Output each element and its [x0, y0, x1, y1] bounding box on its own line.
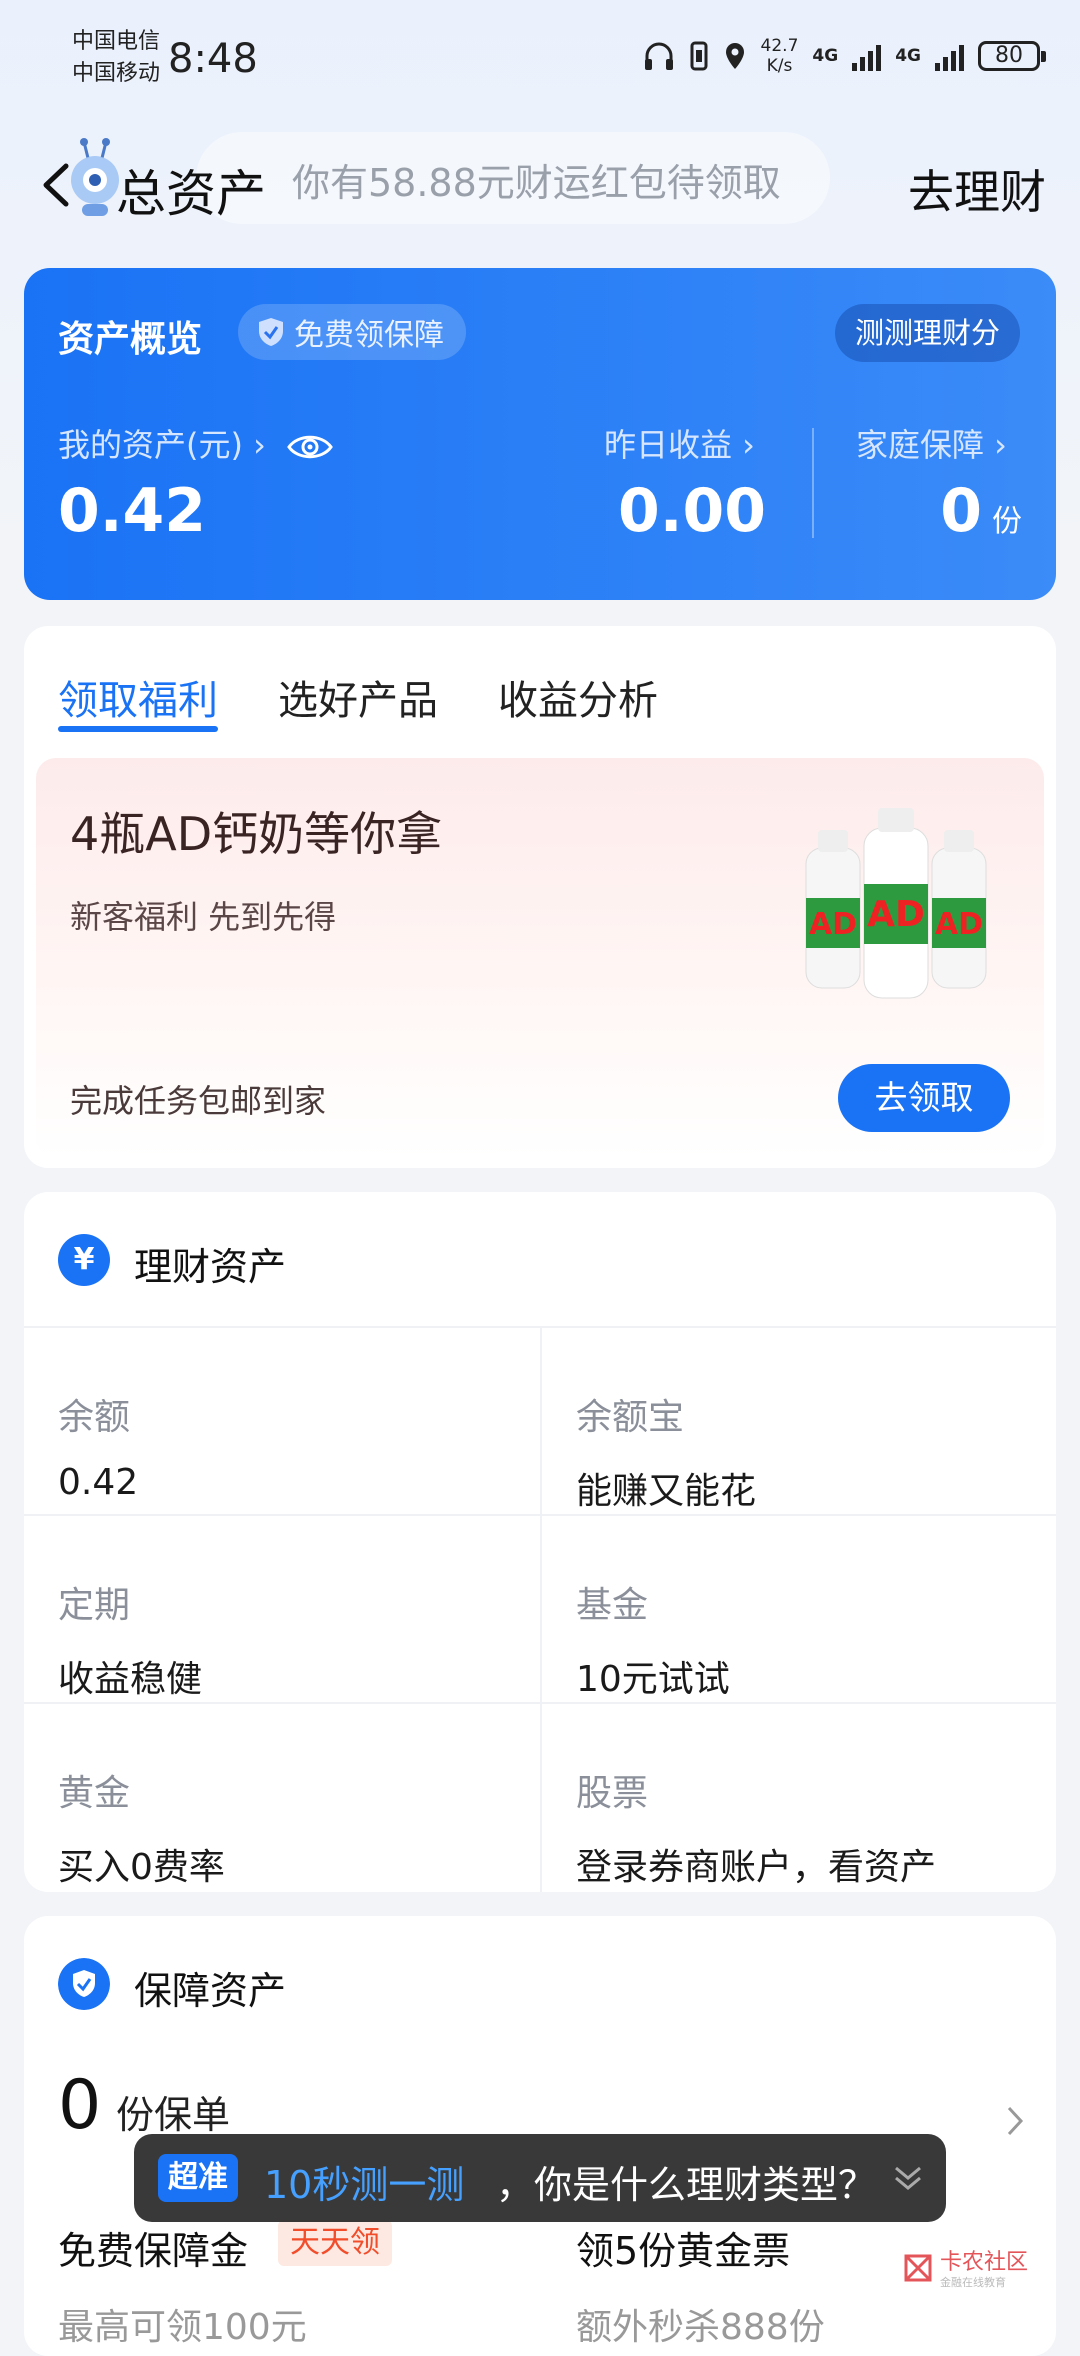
claim-button[interactable]: 去领取	[838, 1064, 1010, 1132]
yuan-icon: ¥	[58, 1234, 110, 1286]
app-header: 你有58.88元财运红包待领取 总资产 去理财	[0, 120, 1080, 250]
wealth-assets-title: 理财资产	[134, 1245, 287, 1289]
promo-subtitle: 新客福利 先到先得	[70, 898, 337, 936]
cell-label: 余额宝	[576, 1397, 685, 1438]
gold-ticket-title[interactable]: 领5份黄金票	[576, 2220, 790, 2275]
tab-earnings-analysis[interactable]: 收益分析	[498, 668, 658, 726]
headphones-icon	[644, 42, 673, 70]
go-invest-link[interactable]: 去理财	[908, 156, 1046, 222]
overview-title: 资产概览	[58, 319, 203, 360]
family-protection-value: 0份	[940, 476, 1022, 546]
status-time: 8:48	[168, 36, 258, 82]
ad-milk-promo[interactable]: 4瓶AD钙奶等你拿 新客福利 先到先得 AD AD AD 完成任务包邮到家 去领…	[36, 758, 1044, 1158]
shield-check-icon	[259, 318, 283, 346]
free-protection-fund-title[interactable]: 免费保障金	[58, 2220, 248, 2275]
gold-ticket-sub: 额外秒杀888份	[576, 2307, 825, 2348]
my-assets-value: 0.42	[58, 476, 207, 546]
quiz-badge: 超准	[158, 2154, 238, 2202]
cell-label: 基金	[576, 1585, 649, 1626]
cell-value: 登录券商账户，看资产	[576, 1847, 937, 1888]
signal-icon-2	[935, 41, 964, 71]
quiz-highlight: 10秒测一测	[264, 2163, 465, 2207]
benefits-card: 领取福利 选好产品 收益分析 4瓶AD钙奶等你拿 新客福利 先到先得 AD AD	[24, 626, 1056, 1168]
finance-score-test-button[interactable]: 测测理财分	[834, 304, 1020, 362]
red-packet-promo-banner[interactable]: 你有58.88元财运红包待领取	[196, 132, 830, 224]
signal-icon-1	[852, 41, 882, 71]
watermark-subtext: 金融在线教育	[940, 2276, 1006, 2289]
cell-label: 黄金	[58, 1773, 131, 1814]
chevron-right-icon	[1007, 2106, 1024, 2136]
free-protection-fund-sub: 最高可领100元	[58, 2307, 307, 2348]
family-protection-count: 0	[940, 476, 982, 546]
status-bar: 中国电信 中国移动 8:48 42.7 K/s 4G 4G 80	[0, 0, 1080, 110]
network-speed: 42.7 K/s	[761, 36, 799, 76]
free-protection-badge[interactable]: 免费领保障	[238, 304, 466, 360]
quiz-text: ，你是什么理财类型？	[496, 2163, 877, 2207]
carrier-2: 中国移动	[72, 61, 161, 86]
collapse-chevron-icon[interactable]	[890, 2160, 926, 2196]
watermark: 卡农社区 金融在线教育	[898, 2244, 1068, 2302]
location-icon	[725, 43, 744, 69]
status-icons: 42.7 K/s 4G 4G 80	[643, 36, 1046, 76]
watermark-logo-icon	[904, 2254, 932, 2282]
promo-title: 4瓶AD钙奶等你拿	[70, 807, 443, 861]
promo-footer-text: 完成任务包邮到家	[70, 1082, 327, 1120]
my-assets-label-text: 我的资产(元) ›	[58, 426, 266, 464]
watermark-text: 卡农社区	[940, 2250, 1029, 2275]
cell-value: 能赚又能花	[576, 1471, 757, 1512]
my-assets-label[interactable]: 我的资产(元) ›	[58, 420, 334, 466]
network-type-1: 4G	[812, 46, 839, 66]
carrier-1: 中国电信	[72, 29, 161, 54]
yesterday-earnings-value: 0.00	[617, 476, 766, 546]
cell-value: 0.42	[58, 1462, 139, 1503]
tab-choose-products[interactable]: 选好产品	[278, 668, 438, 726]
insurance-assets-title: 保障资产	[134, 1969, 287, 2013]
tab-claim-benefits[interactable]: 领取福利	[58, 668, 218, 726]
cell-value: 买入0费率	[58, 1847, 225, 1888]
milk-bottles-image: AD AD AD	[805, 808, 987, 999]
shield-icon	[58, 1958, 110, 2010]
cell-label: 股票	[576, 1773, 649, 1814]
family-protection-label[interactable]: 家庭保障 ›	[856, 420, 1007, 466]
policy-count-unit: 份保单	[116, 2093, 231, 2137]
family-protection-unit: 份	[992, 504, 1022, 539]
cell-label: 余额	[58, 1397, 131, 1438]
active-tab-indicator	[58, 726, 218, 732]
free-protection-label: 免费领保障	[294, 318, 444, 353]
svg-text:AD: AD	[935, 907, 983, 942]
svg-text:AD: AD	[867, 894, 925, 935]
promo-text: 你有58.88元财运红包待领取	[292, 161, 781, 205]
cell-value: 10元试试	[576, 1659, 730, 1700]
asset-overview-card: 资产概览 免费领保障 测测理财分 我的资产(元) › 0.42 昨日收益 › 0…	[24, 268, 1056, 600]
battery-icon: 80	[978, 41, 1046, 71]
grid-divider-vertical	[540, 1326, 542, 1892]
page-title: 总资产	[116, 165, 266, 223]
cell-value: 收益稳健	[58, 1659, 203, 1700]
cell-label: 定期	[58, 1585, 131, 1626]
finance-type-quiz-toast[interactable]: 超准 10秒测一测 ，你是什么理财类型？	[134, 2134, 946, 2222]
overview-divider	[812, 428, 814, 538]
daily-claim-tag: 天天领	[278, 2220, 392, 2266]
yesterday-earnings-label[interactable]: 昨日收益 ›	[604, 420, 755, 466]
carrier-info: 中国电信 中国移动	[72, 26, 160, 90]
speed-value: 42.7	[760, 36, 799, 56]
wealth-assets-card: ¥ 理财资产 余额 0.42 余额宝 能赚又能花 定期 收益稳健 基金 10元试…	[24, 1192, 1056, 1892]
vibrate-icon	[690, 41, 708, 71]
svg-text:AD: AD	[809, 907, 857, 942]
eye-icon[interactable]	[286, 431, 334, 463]
speed-unit: K/s	[766, 56, 793, 76]
network-type-2: 4G	[895, 46, 921, 66]
policy-count: 0	[58, 2066, 102, 2145]
